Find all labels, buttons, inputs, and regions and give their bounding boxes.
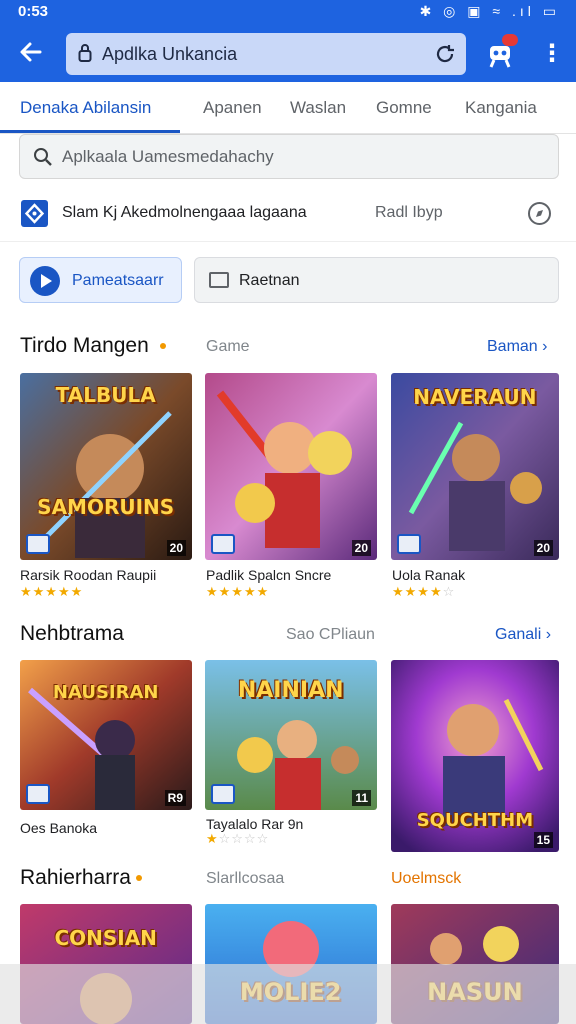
rating-stars: ★★★★☆ [392,584,456,599]
tab-5[interactable]: Kangania [465,98,537,118]
game-name: Tayalalo Rar 9n [206,816,304,832]
section-more-link[interactable]: Baman › [487,338,547,356]
section-more-link[interactable]: Uoelmsck [391,870,461,888]
game-card[interactable]: TALBULA SAMORUINS 20 [20,373,192,560]
age-badge: R9 [164,790,186,806]
app-logo-icon [21,200,48,227]
section-dot [136,875,142,881]
section-dot [160,343,166,349]
search-placeholder: Aplkaala Uamesmedahachy [62,147,274,166]
section-subtitle: Game [206,338,250,355]
game-art-title: TALBULA [55,383,156,407]
reload-icon[interactable] [434,43,456,65]
active-tab-indicator [0,130,180,133]
section-title: Rahierharra [20,866,131,889]
age-badge: 20 [533,540,553,556]
search-icon [33,147,53,167]
lock-icon [78,43,92,63]
game-art-title: NAUSIRAN [52,682,159,703]
tab-3[interactable]: Waslan [290,98,346,118]
status-time: 0:53 [18,3,49,20]
rating-stars: ★☆☆☆☆ [206,831,270,846]
game-art-title: CONSIAN [54,926,157,950]
game-art-title: NAVERAUN [413,385,537,409]
publisher-logo-icon [26,534,50,554]
publisher-logo-icon [211,784,235,804]
section-subtitle: Sao CPliaun [286,626,375,643]
bottom-fade-overlay [0,964,576,1024]
status-bar: 0:53 ✱ ◎ ▣ ≈ .ıl ▭ [0,0,576,24]
more-options-icon[interactable]: ⋮ [540,40,564,68]
tab-2[interactable]: Apanen [203,98,262,118]
info-text: Slam Kj Akedmolnengaaa lagaana [62,204,307,221]
game-card[interactable]: SQUCHTHM 15 [391,660,559,852]
game-card[interactable]: 20 [205,373,377,560]
game-name: Padlik Spalcn Sncre [206,567,332,583]
game-card[interactable]: NAUSIRAN R9 [20,660,192,810]
game-art-title: SQUCHTHM [416,810,534,831]
back-arrow-icon[interactable] [18,38,44,66]
rating-stars: ★★★★★ [206,584,270,599]
search-input[interactable]: Aplkaala Uamesmedahachy [19,134,559,179]
section-subtitle: Slarllcosaa [206,870,285,887]
game-name: Rarsik Roodan Raupii [20,567,157,583]
assistant-icon[interactable] [484,34,518,70]
secondary-chip-button[interactable]: Raetnan [194,257,559,303]
url-bar[interactable]: Apdlka Unkancia [66,33,466,75]
tab-4[interactable]: Gomne [376,98,432,118]
game-card[interactable]: NAINIAN 11 [205,660,377,810]
section-title: Tirdo Mangen [20,334,149,357]
publisher-logo-icon [211,534,235,554]
game-art [205,373,377,560]
status-icons: ✱ ◎ ▣ ≈ .ıl ▭ [419,3,560,19]
publisher-logo-icon [397,534,421,554]
info-secondary-text: Radl Ibyp [375,204,443,221]
game-name: Oes Banoka [20,820,98,836]
age-badge: 15 [533,832,553,848]
tab-1[interactable]: Denaka Abilansin [20,98,151,118]
window-icon [209,272,229,288]
play-icon [30,266,60,296]
section-more-link[interactable]: Ganali › [495,626,551,644]
secondary-chip-label: Raetnan [239,272,300,289]
game-name: Uola Ranak [392,567,466,583]
category-tabs: Denaka Abilansin Apanen Waslan Gomne Kan… [0,82,576,134]
play-chip-button[interactable]: Pameatsaarr [19,257,182,303]
age-badge: 11 [352,790,371,806]
publisher-logo-icon [26,784,50,804]
game-art-subtitle: SAMORUINS [37,495,175,519]
notification-badge [502,34,518,46]
play-chip-label: Pameatsaarr [72,272,164,289]
info-row[interactable]: Slam Kj Akedmolnengaaa lagaana Radl Ibyp [0,190,576,242]
top-app-bar: 0:53 ✱ ◎ ▣ ≈ .ıl ▭ Apdlka Unkancia ⋮ [0,0,576,82]
compass-icon[interactable] [527,201,552,226]
section-title: Nehbtrama [20,622,124,645]
age-badge: 20 [166,540,186,556]
url-text: Apdlka Unkancia [102,44,238,64]
rating-stars: ★★★★★ [20,584,84,599]
age-badge: 20 [351,540,371,556]
game-card[interactable]: NAVERAUN 20 [391,373,559,560]
game-art-title: NAINIAN [237,678,344,703]
